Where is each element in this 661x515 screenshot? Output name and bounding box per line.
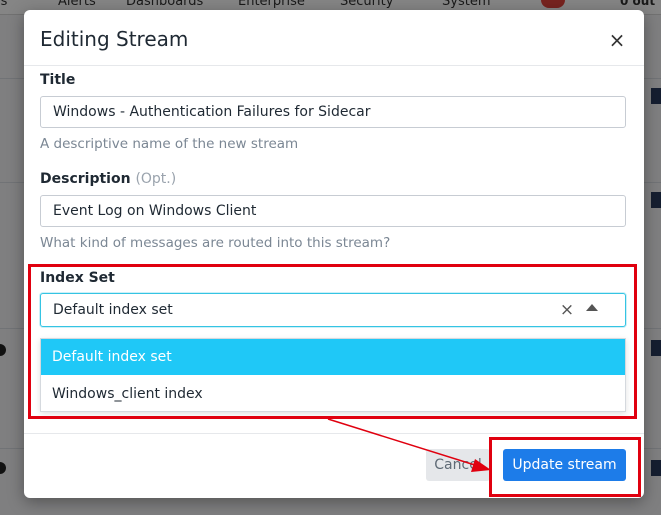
modal-title: Editing Stream: [40, 27, 189, 51]
optional-hint: (Opt.): [135, 171, 177, 187]
index-set-label: Index Set: [40, 270, 115, 286]
index-set-select[interactable]: Default index set ×: [40, 293, 626, 327]
clear-icon[interactable]: ×: [559, 299, 575, 321]
close-icon[interactable]: ×: [607, 29, 627, 51]
index-set-dropdown: Default index set Windows_client index: [40, 338, 626, 412]
description-input[interactable]: [40, 195, 626, 227]
description-label: Description (Opt.): [40, 171, 176, 187]
header-divider: [24, 65, 644, 66]
edit-stream-modal: Editing Stream × Title A descriptive nam…: [24, 10, 644, 498]
footer-divider: [24, 433, 644, 434]
title-help-text: A descriptive name of the new stream: [40, 136, 299, 152]
index-set-selected-value: Default index set: [53, 302, 173, 318]
title-input[interactable]: [40, 96, 626, 128]
description-label-text: Description: [40, 171, 131, 187]
option-default-index-set[interactable]: Default index set: [41, 339, 625, 375]
cancel-button[interactable]: Cancel: [426, 449, 490, 481]
description-help-text: What kind of messages are routed into th…: [40, 235, 391, 251]
update-stream-button[interactable]: Update stream: [503, 449, 626, 481]
option-windows-client-index[interactable]: Windows_client index: [41, 376, 625, 412]
title-label: Title: [40, 72, 76, 88]
caret-up-icon[interactable]: [586, 304, 598, 311]
